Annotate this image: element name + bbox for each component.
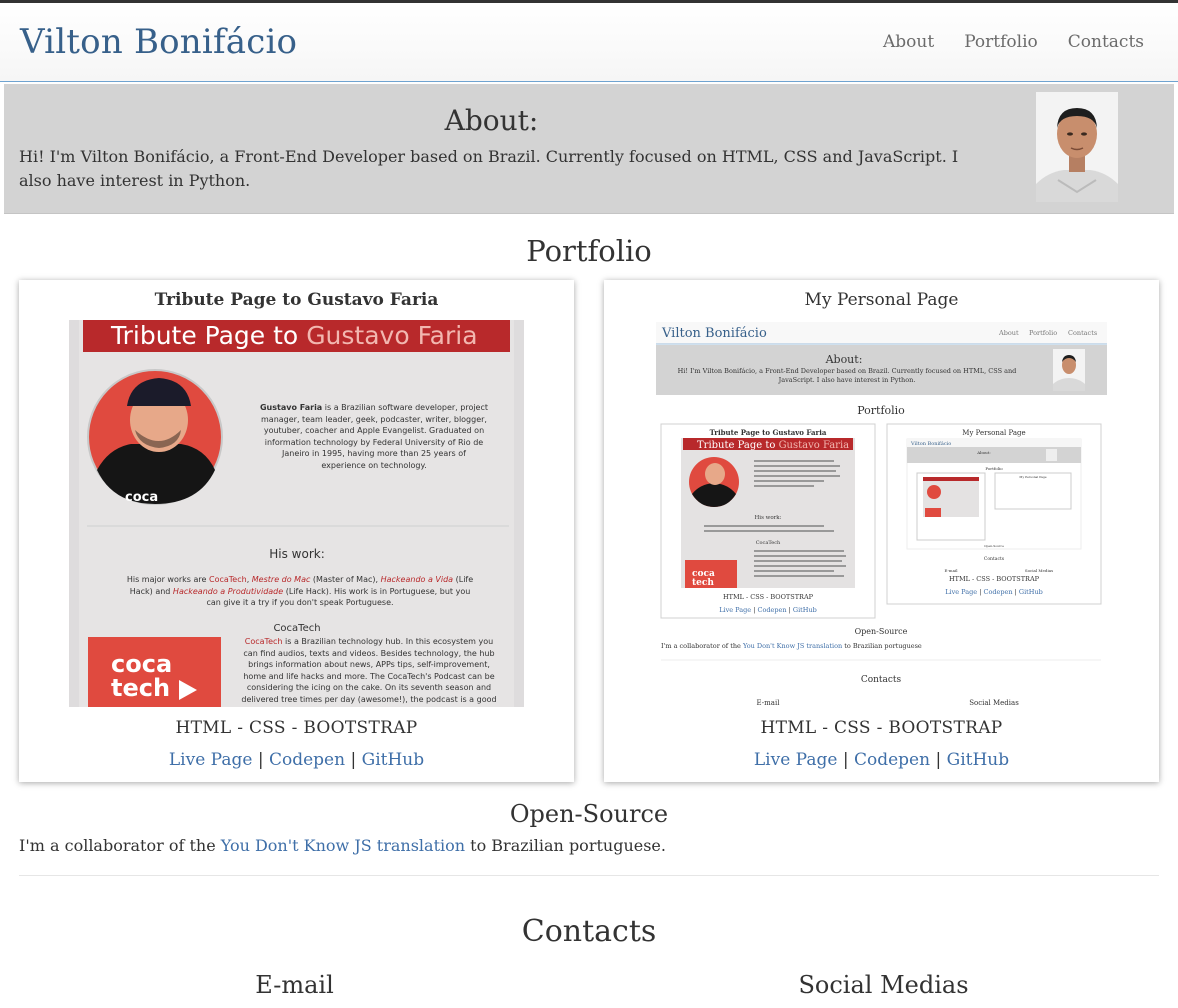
nav-contacts-link[interactable]: Contacts (1068, 32, 1144, 52)
shot-bio: Gustavo Faria is a Brazilian software de… (259, 403, 489, 470)
mini-contacts-title: Contacts (861, 675, 902, 685)
opensource-text-post: to Brazilian portuguese. (465, 836, 666, 855)
mini2-about: About: (976, 450, 990, 455)
mini-card2-links: Live Page | Codepen | GitHub (945, 588, 1043, 596)
about-section: About: Hi! I'm Vilton Bonifácio, a Front… (4, 84, 1174, 214)
navbar: Vilton Bonifácio About Portfolio Contact… (0, 3, 1178, 82)
shot-heading: Tribute Page to (110, 321, 306, 350)
shot-cocatech-text: CocaTech is a Brazilian technology hub. … (241, 637, 497, 707)
brand-link[interactable]: Vilton Bonifácio (20, 22, 297, 62)
mini2-portfolio: Portfolio (985, 466, 1003, 471)
mini-card1-heading: Tribute Page to Gustavo Faria (697, 440, 849, 451)
github-link[interactable]: GitHub (362, 750, 425, 770)
mini-card2-preview: Vilton Bonifácio About: Portfolio My Per… (906, 438, 1082, 550)
mini-card1-work: His work: (755, 515, 782, 521)
mini-opensource-text: I'm a collaborator of the You Don't Know… (661, 642, 922, 650)
cocatech-logo: coca tech (88, 637, 221, 707)
mini2-brand: Vilton Bonifácio (910, 440, 951, 447)
card-title: My Personal Page (804, 290, 959, 310)
codepen-link[interactable]: Codepen (854, 750, 930, 770)
opensource-title: Open-Source (509, 800, 669, 828)
email-heading: E-mail (255, 971, 334, 999)
card-links: Live Page | Codepen | GitHub (753, 750, 1010, 770)
mini-profile-photo (1053, 349, 1085, 391)
contacts-title: Contacts (521, 914, 657, 949)
github-link[interactable]: GitHub (947, 750, 1010, 770)
contact-columns: E-mail Social Medias (0, 971, 1178, 999)
card-tech: HTML - CSS - BOOTSTRAP (760, 718, 1003, 738)
mini-logo-bottom: tech (692, 578, 714, 588)
about-text: Hi! I'm Vilton Bonifácio, a Front-End De… (19, 147, 959, 190)
mini-about-text: Hi! I'm Vilton Bonifácio, a Front-End De… (677, 367, 1017, 384)
shot-work-title: His work: (269, 547, 325, 561)
mini-card1-title: Tribute Page to Gustavo Faria (710, 428, 827, 437)
profile-photo (1036, 92, 1118, 202)
card-title: Tribute Page to Gustavo Faria (154, 290, 439, 310)
gustavo-photo: coca (87, 369, 223, 505)
card-links: Live Page | Codepen | GitHub (168, 750, 425, 770)
mini-card2-email: E-mail (944, 568, 958, 573)
portfolio-cards: Tribute Page to Gustavo Faria Tribute Pa… (0, 280, 1178, 782)
shot-work-text: His major works are CocaTech, Mestre do … (126, 575, 474, 607)
about-title: About: (444, 104, 539, 137)
portfolio-title: Portfolio (526, 234, 652, 268)
mini-card1-links: Live Page | Codepen | GitHub (719, 606, 817, 614)
shot-cocatech-title: CocaTech (273, 623, 320, 634)
nav-portfolio-link[interactable]: Portfolio (964, 32, 1038, 52)
shot-heading-name: Gustavo Faria (306, 321, 477, 350)
svg-text:tech: tech (111, 674, 170, 702)
mini-card1-cocatech: CocaTech (756, 540, 781, 546)
opensource-text: I'm a collaborator of the You Don't Know… (0, 836, 1178, 855)
nav-about-link[interactable]: About (883, 32, 934, 52)
mini-brand: Vilton Bonifácio (661, 326, 767, 341)
mini-portfolio-title: Portfolio (857, 404, 905, 417)
mini-card2-title: My Personal Page (962, 429, 1025, 437)
codepen-link[interactable]: Codepen (269, 750, 345, 770)
mini-email: E-mail (757, 699, 781, 707)
mini-nav-about: About (998, 329, 1019, 337)
mini2-opensource: Open-Source (984, 544, 1004, 548)
tribute-page-screenshot: Tribute Page to Gustavo Faria coca Gusta… (69, 320, 524, 707)
mini-nav-contacts: Contacts (1068, 329, 1097, 337)
live-page-link[interactable]: Live Page (169, 750, 253, 770)
mini-card2-tech: HTML - CSS - BOOTSTRAP (949, 575, 1040, 583)
main-nav: About Portfolio Contacts (883, 32, 1158, 52)
mini-nav-portfolio: Portfolio (1029, 329, 1057, 337)
portfolio-card-tribute: Tribute Page to Gustavo Faria Tribute Pa… (19, 280, 574, 782)
mini2-card2: My Personal Page (1019, 475, 1046, 479)
shirt-text: coca (125, 490, 158, 505)
card-tech: HTML - CSS - BOOTSTRAP (175, 718, 418, 738)
portfolio-card-personal: My Personal Page Vilton Bonifácio About … (604, 280, 1159, 782)
mini-social: Social Medias (969, 699, 1019, 707)
mini-card2-contacts: Contacts (984, 556, 1005, 562)
section-divider (19, 875, 1159, 876)
mini-card1-tech: HTML - CSS - BOOTSTRAP (723, 593, 814, 601)
svg-text:Tribute Page to Gustavo Faria: Tribute Page to Gustavo Faria (110, 321, 478, 350)
live-page-link[interactable]: Live Page (754, 750, 838, 770)
mini-opensource-title: Open-Source (855, 627, 908, 636)
personal-page-screenshot: Vilton Bonifácio About Portfolio Contact… (654, 320, 1109, 709)
social-medias-heading: Social Medias (798, 971, 969, 999)
mini-card2-social: Social Medias (1025, 568, 1053, 573)
opensource-text-pre: I'm a collaborator of the (19, 836, 221, 855)
ydkjs-translation-link[interactable]: You Don't Know JS translation (221, 836, 465, 855)
mini-about-title: About: (825, 353, 863, 366)
